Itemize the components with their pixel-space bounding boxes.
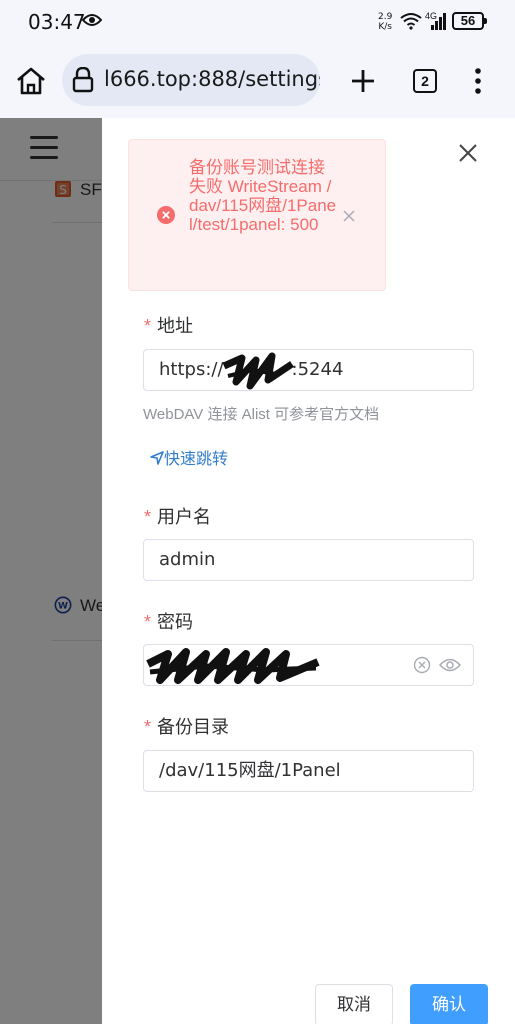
required-mark: * xyxy=(144,507,152,527)
cancel-button[interactable]: 取消 xyxy=(315,984,393,1024)
url-text: l666.top:888/settings/ xyxy=(104,67,320,91)
password-input[interactable] xyxy=(143,644,474,686)
wifi-icon xyxy=(400,13,422,30)
backup-dir-input[interactable]: /dav/115网盘/1Panel xyxy=(143,750,474,792)
password-label: * 密码 xyxy=(144,612,194,632)
address-help-text: WebDAV 连接 Alist 可参考官方文档 xyxy=(143,406,380,423)
navigation-arrow-icon xyxy=(150,451,164,465)
eye-icon xyxy=(82,14,102,26)
quick-jump-link[interactable]: 快速跳转 xyxy=(150,445,228,469)
required-mark: * xyxy=(144,316,152,336)
show-password-icon[interactable] xyxy=(439,657,461,673)
error-toast: 备份账号测试连接失败 WriteStream /dav/115网盘/1Panel… xyxy=(128,139,386,291)
clear-icon[interactable] xyxy=(413,656,431,674)
address-input[interactable]: https://:5244 xyxy=(143,349,474,391)
redaction-scribble xyxy=(222,352,294,390)
home-icon[interactable] xyxy=(14,64,48,98)
toast-message: 备份账号测试连接失败 WriteStream /dav/115网盘/1Panel… xyxy=(189,158,337,234)
status-bar: 03:47 2.9 K/s 4G 56 xyxy=(0,0,515,44)
lock-icon xyxy=(72,67,94,93)
new-tab-icon[interactable] xyxy=(346,64,380,98)
more-menu-icon[interactable] xyxy=(468,66,488,96)
error-icon xyxy=(157,206,175,224)
close-icon[interactable] xyxy=(343,210,355,222)
username-label: * 用户名 xyxy=(144,507,212,527)
tab-switcher-button[interactable]: 2 xyxy=(413,69,437,93)
confirm-button[interactable]: 确认 xyxy=(410,984,488,1024)
close-icon[interactable] xyxy=(457,142,479,164)
network-speed: 2.9 K/s xyxy=(378,12,393,32)
username-input[interactable]: admin xyxy=(143,539,474,581)
required-mark: * xyxy=(144,717,152,737)
address-bar[interactable]: l666.top:888/settings/ xyxy=(62,54,320,106)
status-time: 03:47 xyxy=(28,10,86,34)
required-mark: * xyxy=(144,612,152,632)
backup-dir-label: * 备份目录 xyxy=(144,717,230,737)
address-label: * 地址 xyxy=(144,316,194,336)
battery-icon: 56 xyxy=(452,12,487,30)
cell-signal-icon: 4G xyxy=(425,11,447,31)
redaction-scribble xyxy=(146,648,320,684)
browser-toolbar: l666.top:888/settings/ 2 xyxy=(0,44,515,118)
